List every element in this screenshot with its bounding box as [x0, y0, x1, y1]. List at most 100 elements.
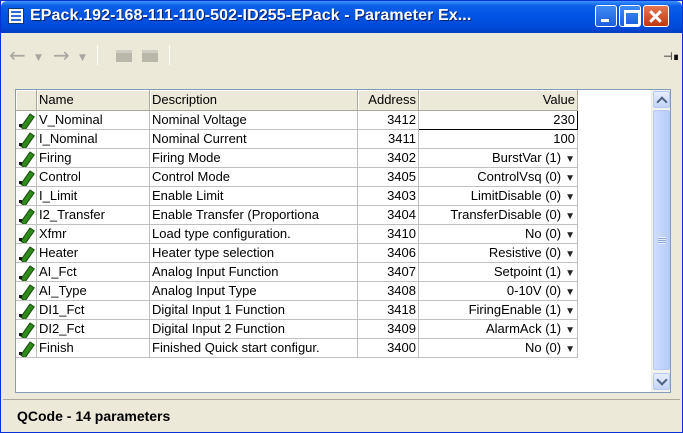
parameter-value: 100 — [553, 131, 575, 146]
parameter-description: Analog Input Function — [149, 262, 358, 282]
parameter-name: I2_Transfer — [36, 205, 150, 225]
arrow-right-icon[interactable]: → — [53, 45, 70, 65]
parameter-address: 3418 — [357, 300, 419, 320]
parameter-address: 3408 — [357, 281, 419, 301]
parameter-name: Heater — [36, 243, 150, 263]
parameter-value-dropdown[interactable]: ControlVsq (0) ▼ — [418, 167, 578, 187]
dropdown-arrow-icon[interactable]: ▼ — [565, 154, 575, 165]
back-dropdown-icon[interactable]: ▼ — [35, 50, 42, 66]
table-row[interactable]: AI_Fct Analog Input Function 3407 Setpoint … — [16, 262, 578, 282]
dropdown-arrow-icon[interactable]: ▼ — [565, 230, 575, 241]
table-row[interactable]: I_Nominal Nominal Current 3411 100 — [16, 129, 578, 149]
parameter-value: No (0) — [524, 226, 562, 241]
parameter-value: TransferDisable (0) — [450, 207, 562, 222]
parameter-description: Analog Input Type — [149, 281, 358, 301]
parameter-explorer-window: EPack.192-168-111-110-502-ID255-EPack - … — [0, 0, 683, 433]
scroll-thumb[interactable] — [653, 110, 670, 370]
dropdown-arrow-icon[interactable]: ▼ — [565, 344, 575, 355]
dropdown-arrow-icon[interactable]: ▼ — [565, 325, 575, 336]
pencil-icon — [16, 301, 36, 319]
column-header-description[interactable]: Description — [149, 90, 358, 111]
parameter-value-dropdown[interactable]: FiringEnable (1) ▼ — [418, 300, 578, 320]
parameter-address: 3406 — [357, 243, 419, 263]
parameter-value-dropdown[interactable]: No (0) ▼ — [418, 224, 578, 244]
row-marker — [16, 148, 37, 168]
parameter-table: Name Description Address Value V_Nominal… — [16, 90, 578, 358]
table-row[interactable]: V_Nominal Nominal Voltage 3412 230 — [16, 109, 578, 130]
scroll-down-button[interactable] — [653, 373, 670, 390]
parameter-value-field[interactable]: 100 — [418, 129, 578, 149]
parameter-name: DI2_Fct — [36, 319, 150, 339]
title-bar[interactable]: EPack.192-168-111-110-502-ID255-EPack - … — [1, 1, 682, 33]
parameter-value-dropdown[interactable]: BurstVar (1) ▼ — [418, 148, 578, 168]
column-header-name[interactable]: Name — [36, 90, 150, 111]
close-button[interactable] — [643, 5, 669, 27]
parameter-address: 3410 — [357, 224, 419, 244]
folder-icon[interactable] — [116, 50, 132, 62]
parameter-name: Control — [36, 167, 150, 187]
maximize-button[interactable] — [619, 5, 641, 27]
dropdown-arrow-icon[interactable]: ▼ — [565, 192, 575, 203]
table-row[interactable]: I2_Transfer Enable Transfer (Proportiona 3… — [16, 205, 578, 225]
vertical-scrollbar[interactable] — [651, 90, 670, 392]
parameter-value-dropdown[interactable]: Resistive (0) ▼ — [418, 243, 578, 263]
table-row[interactable]: Firing Firing Mode 3402 BurstVar (1) ▼ — [16, 148, 578, 168]
parameter-value-dropdown[interactable]: TransferDisable (0) ▼ — [418, 205, 578, 225]
table-row[interactable]: Heater Heater type selection 3406 Resistive… — [16, 243, 578, 263]
pencil-icon — [16, 339, 36, 357]
parameter-address: 3405 — [357, 167, 419, 187]
row-marker — [16, 300, 37, 320]
dropdown-arrow-icon[interactable]: ▼ — [565, 287, 575, 298]
table-row[interactable]: Control Control Mode 3405 ControlVsq (0) ▼ — [16, 167, 578, 187]
pencil-icon — [16, 111, 36, 129]
header-row: Name Description Address Value — [16, 90, 578, 111]
parameter-value-dropdown[interactable]: Setpoint (1) ▼ — [418, 262, 578, 282]
forward-dropdown-icon[interactable]: ▼ — [79, 50, 86, 66]
table-row[interactable]: I_Limit Enable Limit 3403 LimitDisable (0) ▼ — [16, 186, 578, 206]
parameter-value-dropdown[interactable]: AlarmAck (1) ▼ — [418, 319, 578, 339]
toolbar-separator — [169, 45, 170, 65]
parameter-description: Digital Input 1 Function — [149, 300, 358, 320]
parameter-name: Xfmr — [36, 224, 150, 244]
parameter-value: FiringEnable (1) — [468, 302, 562, 317]
column-header-value[interactable]: Value — [418, 90, 578, 111]
table-row[interactable]: DI2_Fct Digital Input 2 Function 3409 Alarm… — [16, 319, 578, 339]
parameter-name: V_Nominal — [36, 110, 150, 130]
window-title: EPack.192-168-111-110-502-ID255-EPack - … — [30, 7, 472, 24]
parameter-value-dropdown[interactable]: 0-10V (0) ▼ — [418, 281, 578, 301]
row-marker — [16, 167, 37, 187]
table-row[interactable]: Xfmr Load type configuration. 3410 No (0) ▼ — [16, 224, 578, 244]
pencil-icon — [16, 187, 36, 205]
table-icon — [8, 8, 24, 24]
parameter-value-dropdown[interactable]: No (0) ▼ — [418, 338, 578, 358]
parameter-value: No (0) — [524, 340, 562, 355]
arrow-left-icon[interactable]: ← — [9, 45, 26, 65]
row-marker — [16, 186, 37, 206]
table-row[interactable]: DI1_Fct Digital Input 1 Function 3418 Firin… — [16, 300, 578, 320]
parameter-name: AI_Type — [36, 281, 150, 301]
folder-icon[interactable] — [142, 50, 158, 62]
pin-icon[interactable]: ⊣∎ — [663, 50, 680, 63]
row-marker — [16, 338, 37, 358]
parameter-description: Nominal Voltage — [149, 110, 358, 130]
row-marker — [16, 110, 37, 130]
minimize-button[interactable] — [595, 5, 617, 27]
parameter-value-field[interactable]: 230 — [418, 109, 578, 130]
pencil-icon — [16, 320, 36, 338]
parameter-value: 230 — [553, 112, 575, 127]
dropdown-arrow-icon[interactable]: ▼ — [565, 173, 575, 184]
table-row[interactable]: AI_Type Analog Input Type 3408 0-10V (0) ▼ — [16, 281, 578, 301]
parameter-value: BurstVar (1) — [491, 150, 562, 165]
row-marker — [16, 205, 37, 225]
parameter-address: 3400 — [357, 338, 419, 358]
dropdown-arrow-icon[interactable]: ▼ — [565, 306, 575, 317]
dropdown-arrow-icon[interactable]: ▼ — [565, 211, 575, 222]
parameter-value-dropdown[interactable]: LimitDisable (0) ▼ — [418, 186, 578, 206]
dropdown-arrow-icon[interactable]: ▼ — [565, 268, 575, 279]
scroll-up-button[interactable] — [653, 91, 670, 108]
column-header-address[interactable]: Address — [357, 90, 419, 111]
parameter-name: Finish — [36, 338, 150, 358]
parameter-address: 3403 — [357, 186, 419, 206]
table-row[interactable]: Finish Finished Quick start configur. 3400… — [16, 338, 578, 358]
dropdown-arrow-icon[interactable]: ▼ — [565, 249, 575, 260]
